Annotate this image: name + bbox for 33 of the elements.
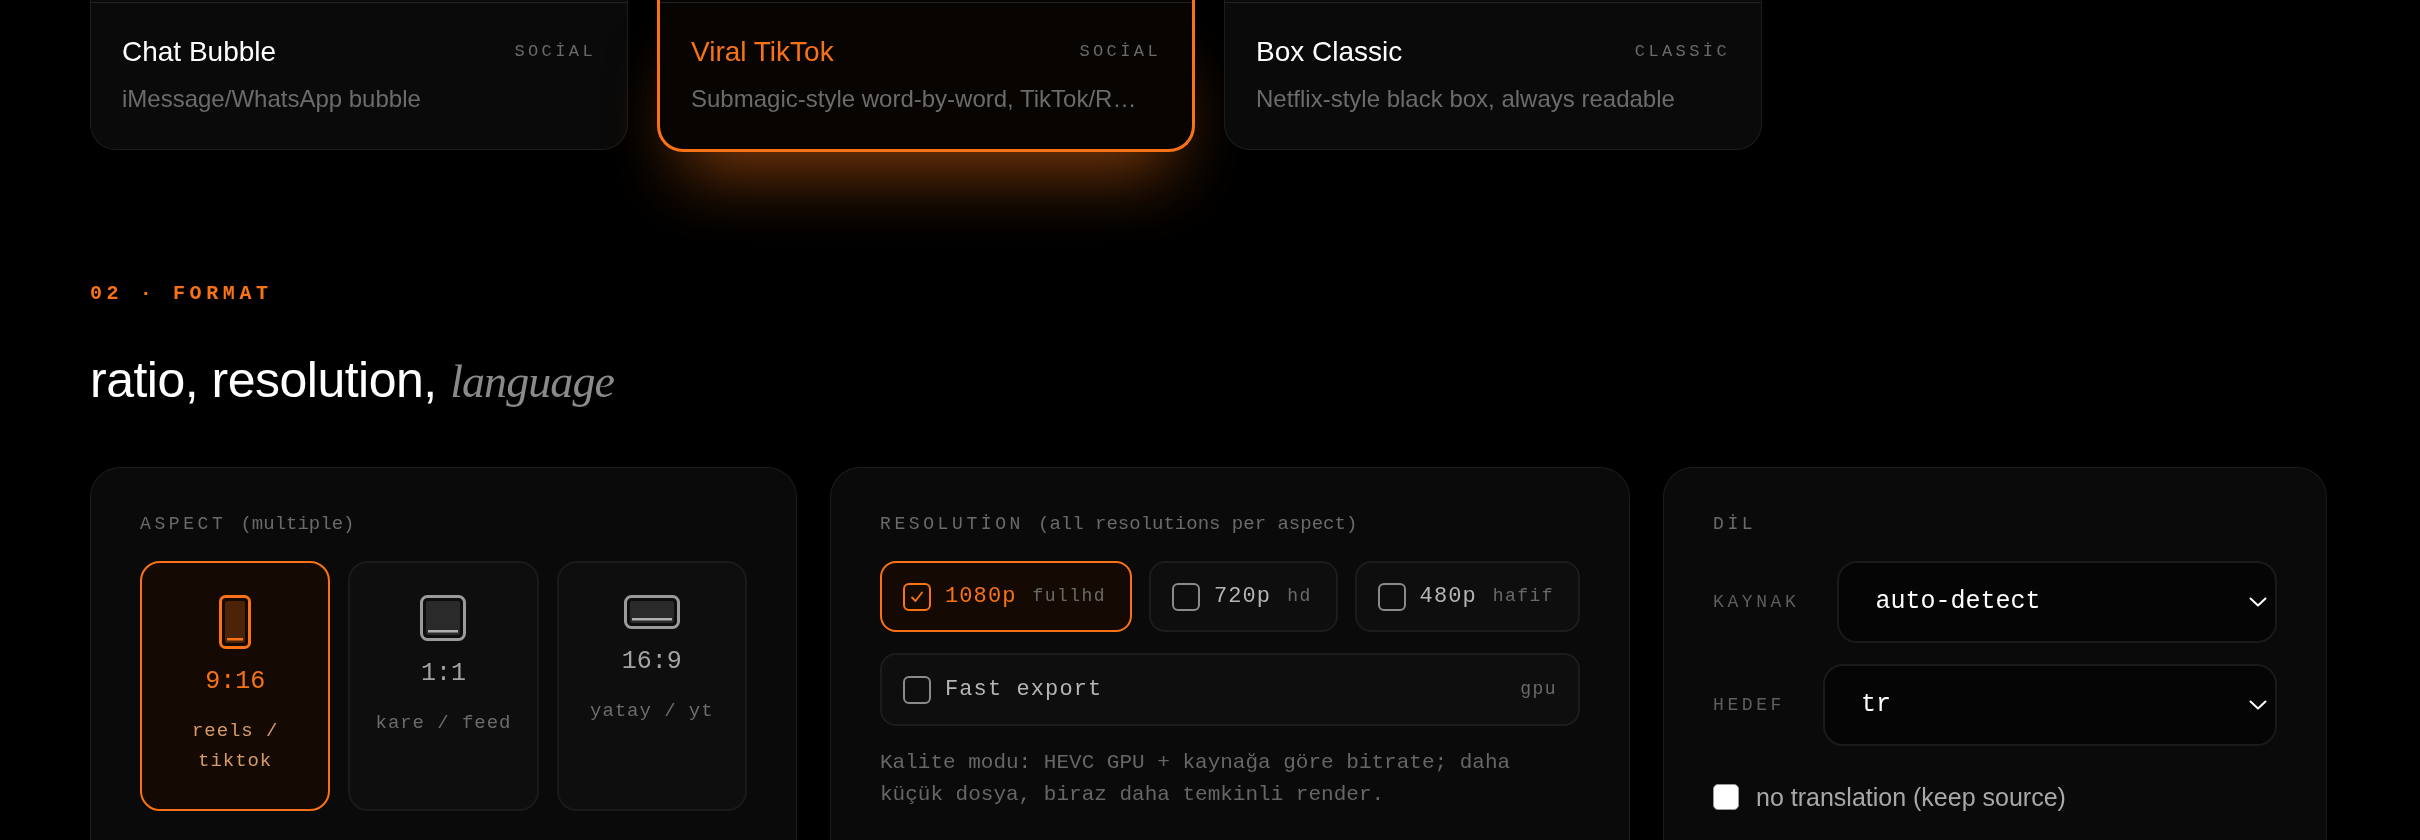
checkbox[interactable] <box>903 582 931 611</box>
chevron-down-icon <box>2249 700 2267 710</box>
aspect-option[interactable]: 9:16 reels / tiktok <box>140 561 331 811</box>
square-frame-icon <box>420 595 467 641</box>
aspect-option[interactable]: 16:9 yatay / yt <box>556 561 747 811</box>
resolution-option[interactable]: 480p hafif <box>1354 561 1580 632</box>
fast-export-option[interactable]: Fast export gpu <box>880 653 1580 726</box>
style-card[interactable]: Viral TikTok SOCİAL Submagic-style word-by-word, TikTok/R… <box>657 0 1195 152</box>
portrait-frame-icon <box>219 595 252 649</box>
landscape-frame-icon <box>623 595 680 629</box>
resolution-option[interactable]: 720p hd <box>1148 561 1338 632</box>
dropdown[interactable]: auto-detect <box>1837 561 2277 643</box>
dropdown[interactable]: tr <box>1823 664 2277 746</box>
panel-hint: (multiple) <box>240 512 355 537</box>
style-card[interactable]: Chat Bubble SOCİAL iMessage/WhatsApp bubble <box>90 0 628 150</box>
field-label: HEDEF <box>1713 693 1785 717</box>
field-label: KAYNAK <box>1713 590 1800 614</box>
panel-label: DİL <box>1713 513 1757 536</box>
note-text: Kalite modu: HEVC GPU + kaynağa göre bitrate; daha küçük dosya, biraz daha temkinli render. <box>880 750 1512 808</box>
panel-hint: (all resolutions per aspect) <box>1038 512 1358 537</box>
resolution-option[interactable]: 1080p fullhd <box>880 561 1132 632</box>
checkbox[interactable] <box>1171 582 1200 611</box>
panel-label: RESOLUTİON <box>880 513 1025 536</box>
section-label: 02 · FORMAT <box>90 281 273 307</box>
chevron-down-icon <box>2249 597 2267 607</box>
checkbox[interactable] <box>1377 582 1406 611</box>
aspect-option[interactable]: 1:1 kare / feed <box>348 561 539 811</box>
checkbox[interactable] <box>1713 784 1739 810</box>
style-card[interactable]: Box Classic CLASSİC Netflix-style black box, always readable <box>1224 0 1762 150</box>
section-heading: ratio, resolution, language <box>90 352 614 410</box>
panel-label: ASPECT <box>140 513 227 536</box>
checkbox[interactable] <box>903 675 931 704</box>
checkbox-label: no translation (keep source) <box>1756 782 2066 812</box>
